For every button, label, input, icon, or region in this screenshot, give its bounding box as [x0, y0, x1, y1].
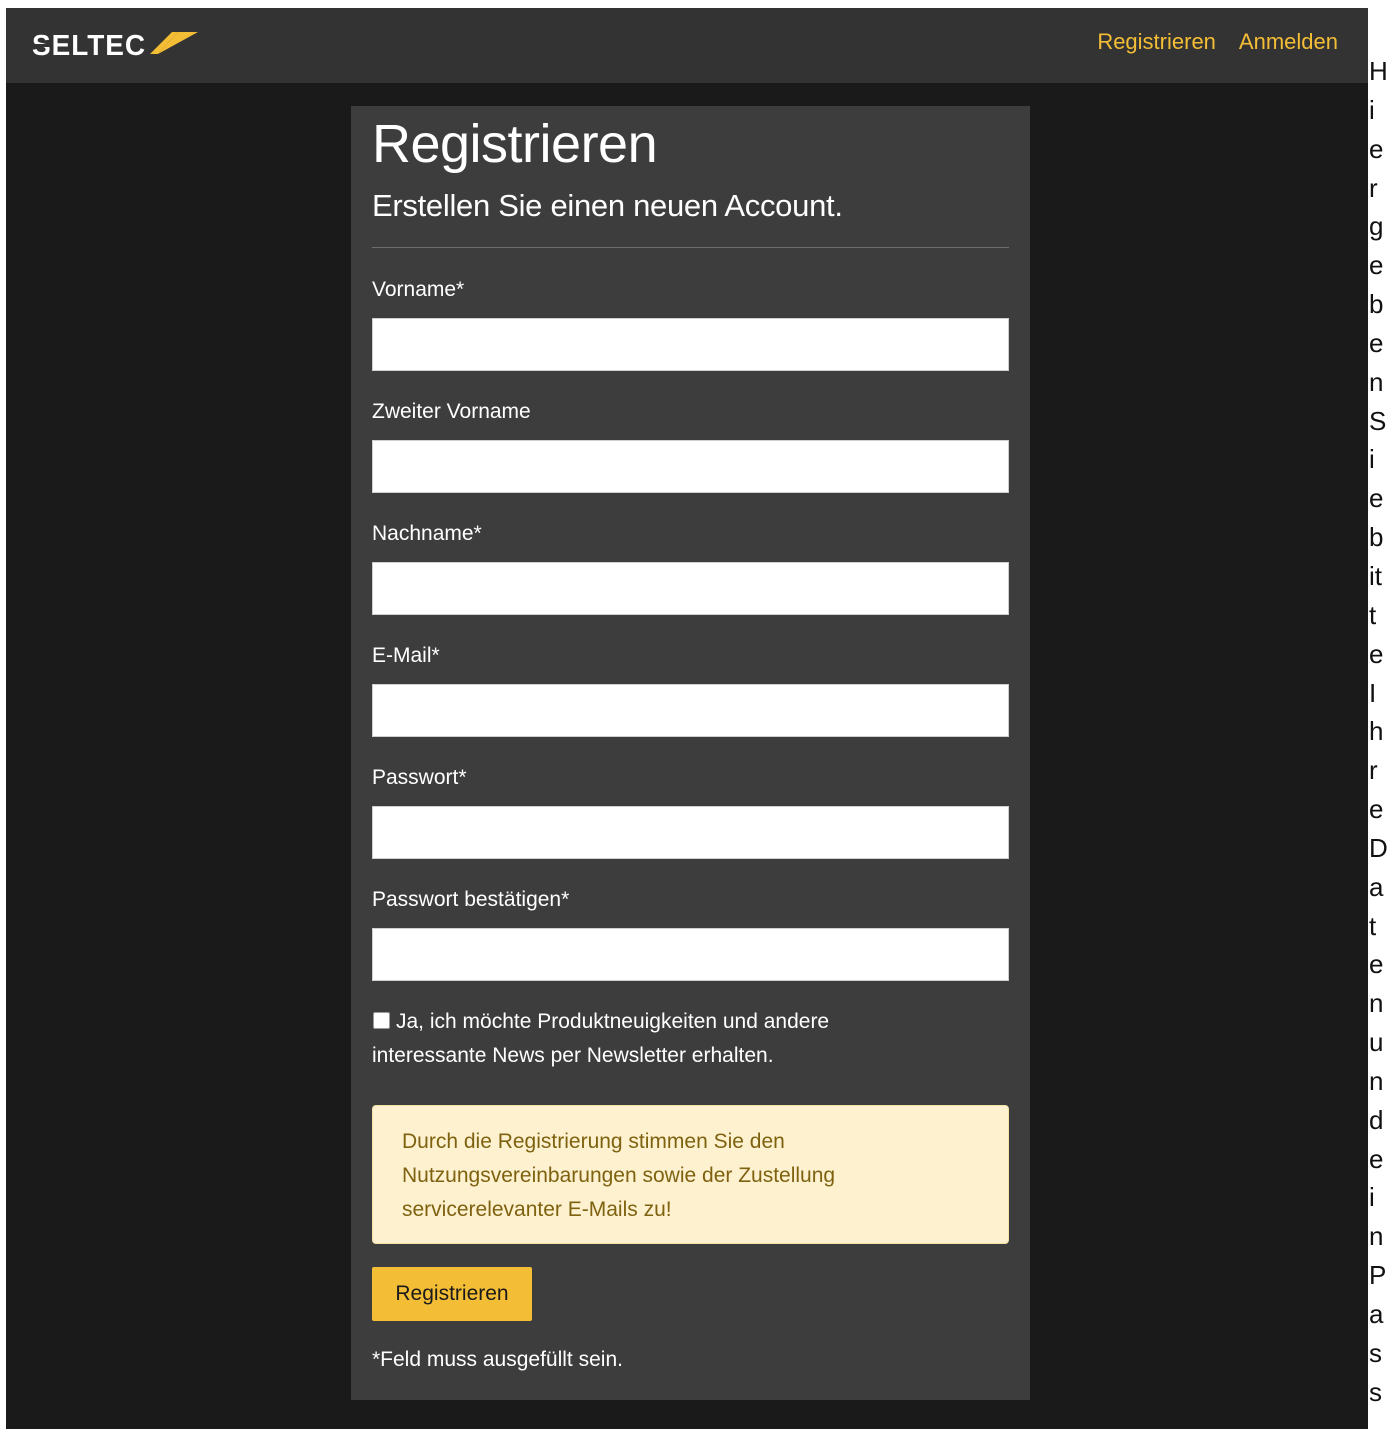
first-name-label: Vorname* [372, 278, 465, 301]
seltec-logo[interactable]: SELTEC [32, 30, 198, 60]
nav-login-link[interactable]: Anmelden [1239, 28, 1338, 56]
newsletter-row: Ja, ich möchte Produktneuigkeiten und an… [372, 1005, 932, 1073]
password-label: Passwort* [372, 766, 467, 789]
newsletter-label: Ja, ich möchte Produktneuigkeiten und an… [372, 1010, 830, 1067]
logo-s-cut [34, 44, 52, 47]
confirm-password-label: Passwort bestätigen* [372, 888, 570, 911]
required-field-note: *Feld muss ausgefüllt sein. [372, 1348, 623, 1371]
password-input[interactable] [372, 806, 1009, 859]
newsletter-checkbox[interactable] [373, 1012, 390, 1029]
last-name-input[interactable] [372, 562, 1009, 615]
register-submit-button[interactable]: Registrieren [372, 1267, 532, 1321]
email-label: E-Mail* [372, 644, 440, 667]
notice-line-3: servicerelevanter E-Mails zu! [402, 1198, 672, 1221]
confirm-password-input[interactable] [372, 928, 1009, 981]
side-help-text: HiergebenSiebitteIhreDatenundeinPass [1369, 56, 1388, 1407]
middle-name-label: Zweiter Vorname [372, 400, 531, 423]
notice-line-1: Durch die Registrierung stimmen Sie den [402, 1130, 785, 1153]
divider [372, 247, 1009, 248]
last-name-label: Nachname* [372, 522, 482, 545]
notice-line-2: Nutzungsvereinbarungen sowie der Zustell… [402, 1164, 836, 1187]
first-name-input[interactable] [372, 318, 1009, 371]
middle-name-input[interactable] [372, 440, 1009, 493]
navbar: SELTEC Registrieren Anmelden [6, 8, 1368, 83]
nav-links: Registrieren Anmelden [1097, 28, 1338, 56]
email-input[interactable] [372, 684, 1009, 737]
page-title: Registrieren [372, 114, 658, 174]
page-subtitle: Erstellen Sie einen neuen Account. [372, 188, 843, 223]
nav-register-link[interactable]: Registrieren [1097, 28, 1216, 56]
terms-notice: Durch die Registrierung stimmen Sie den … [372, 1105, 1009, 1244]
register-card: Registrieren Erstellen Sie einen neuen A… [351, 106, 1030, 1400]
logo-graphic: SELTEC [32, 30, 198, 60]
app-window: SELTEC Registrieren Anmelden Registriere… [6, 8, 1368, 1429]
